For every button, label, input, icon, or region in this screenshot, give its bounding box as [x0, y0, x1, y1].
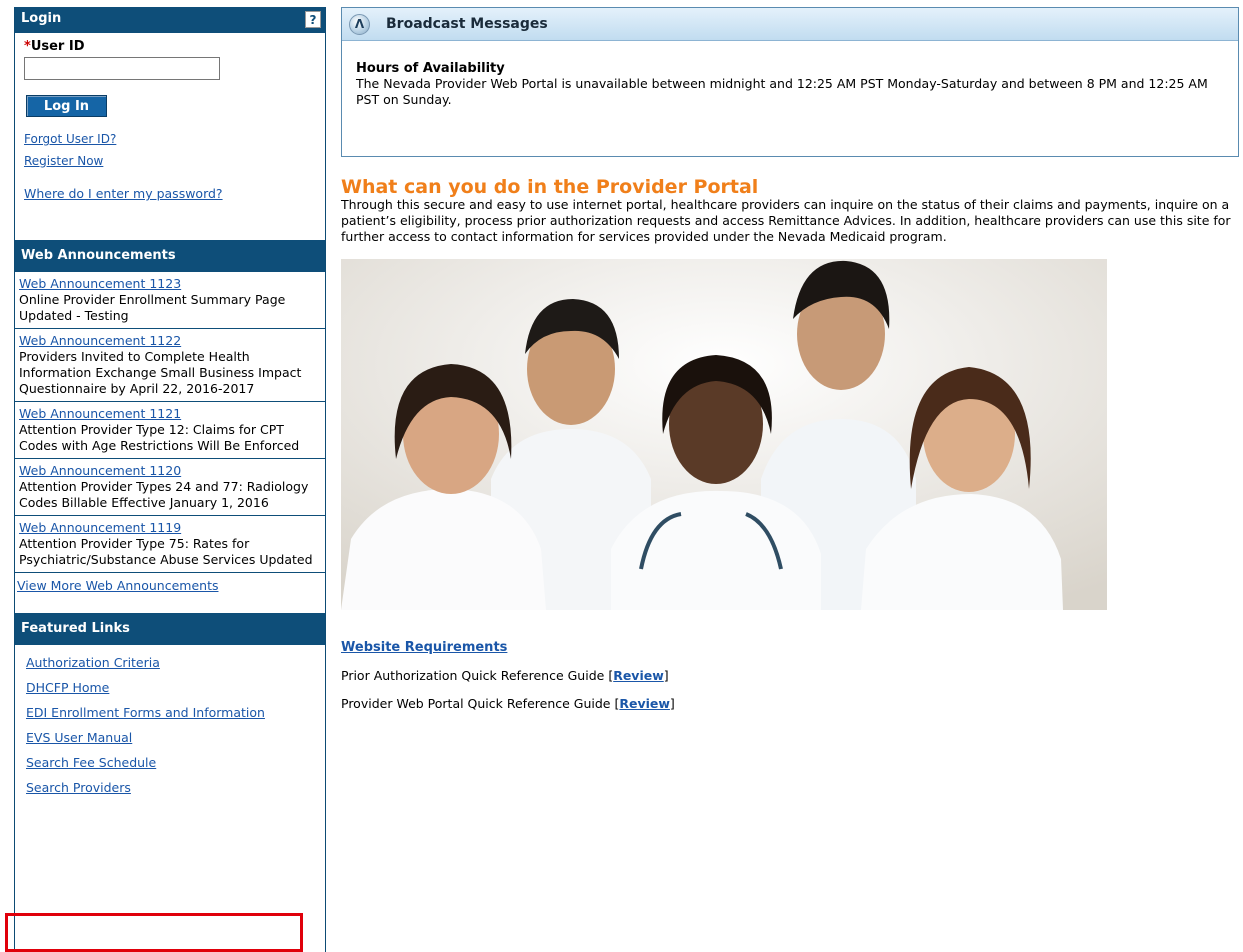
hero-image [341, 259, 1107, 610]
featured-link-evs-user-manual[interactable]: EVS User Manual [26, 730, 325, 746]
broadcast-messages-panel: Λ Broadcast Messages Hours of Availabili… [341, 7, 1239, 157]
view-more-announcements-link[interactable]: View More Web Announcements [17, 578, 218, 593]
guide-line-prior-auth: Prior Authorization Quick Reference Guid… [341, 668, 669, 683]
user-id-label: *User ID [24, 39, 316, 54]
register-now-link[interactable]: Register Now [24, 154, 316, 168]
broadcast-body: Hours of Availability The Nevada Provide… [342, 41, 1238, 108]
portal-heading: What can you do in the Provider Portal [341, 176, 759, 198]
web-announcements-header: Web Announcements [15, 240, 325, 272]
announcement-text: Attention Provider Type 12: Claims for C… [19, 422, 300, 453]
guide-text: Provider Web Portal Quick Reference Guid… [341, 696, 611, 711]
announcement-link[interactable]: Web Announcement 1121 [19, 406, 181, 421]
announcement-item: Web Announcement 1122 Providers Invited … [15, 329, 325, 402]
featured-links-title: Featured Links [21, 621, 130, 636]
guide-text: Prior Authorization Quick Reference Guid… [341, 668, 605, 683]
featured-link-search-fee-schedule[interactable]: Search Fee Schedule [26, 755, 325, 771]
featured-links-header: Featured Links [15, 613, 325, 645]
login-header-title: Login [21, 11, 62, 26]
user-id-label-text: User ID [30, 39, 85, 54]
web-announcements-title: Web Announcements [21, 248, 176, 263]
view-more-container: View More Web Announcements [15, 573, 325, 613]
announcement-text: Attention Provider Types 24 and 77: Radi… [19, 479, 309, 510]
requirements-section: Website Requirements Prior Authorization… [341, 640, 1239, 711]
announcement-link[interactable]: Web Announcement 1122 [19, 333, 181, 348]
review-link-prior-auth[interactable]: Review [613, 668, 664, 683]
announcement-link[interactable]: Web Announcement 1120 [19, 463, 181, 478]
announcement-link[interactable]: Web Announcement 1123 [19, 276, 181, 291]
main-content: Λ Broadcast Messages Hours of Availabili… [341, 7, 1239, 711]
announcement-item: Web Announcement 1120 Attention Provider… [15, 459, 325, 516]
user-id-input[interactable] [24, 57, 220, 80]
hours-title: Hours of Availability [356, 61, 505, 76]
where-password-link[interactable]: Where do I enter my password? [24, 186, 316, 201]
featured-links-list: Authorization Criteria DHCFP Home EDI En… [15, 645, 325, 796]
login-header: Login ? [15, 7, 325, 33]
required-mark: * [24, 39, 31, 54]
announcement-item: Web Announcement 1119 Attention Provider… [15, 516, 325, 573]
website-requirements-link[interactable]: Website Requirements [341, 640, 507, 655]
forgot-user-id-link[interactable]: Forgot User ID? [24, 132, 316, 146]
portal-description: Through this secure and easy to use inte… [341, 197, 1231, 244]
announcement-text: Providers Invited to Complete Health Inf… [19, 349, 302, 396]
log-in-button[interactable]: Log In [26, 95, 107, 117]
featured-link-dhcfp-home[interactable]: DHCFP Home [26, 680, 325, 696]
login-panel: *User ID Log In Forgot User ID? Register… [15, 33, 325, 240]
announcements-list: Web Announcement 1123 Online Provider En… [15, 272, 325, 613]
announcement-item: Web Announcement 1123 Online Provider En… [15, 272, 325, 329]
broadcast-icon: Λ [349, 14, 370, 35]
announcement-text: Attention Provider Type 75: Rates for Ps… [19, 536, 313, 567]
help-icon[interactable]: ? [305, 11, 321, 28]
left-sidebar: Login ? *User ID Log In Forgot User ID? … [14, 7, 326, 952]
featured-link-edi-enrollment[interactable]: EDI Enrollment Forms and Information [26, 705, 325, 721]
broadcast-title: Broadcast Messages [386, 16, 548, 32]
guide-line-web-portal: Provider Web Portal Quick Reference Guid… [341, 696, 675, 711]
highlight-annotation-box [5, 913, 303, 952]
broadcast-header: Λ Broadcast Messages [342, 8, 1238, 41]
healthcare-team-photo [341, 259, 1107, 610]
hours-text: The Nevada Provider Web Portal is unavai… [356, 76, 1208, 107]
announcement-link[interactable]: Web Announcement 1119 [19, 520, 181, 535]
featured-link-search-providers[interactable]: Search Providers [26, 780, 325, 796]
featured-link-authorization-criteria[interactable]: Authorization Criteria [26, 655, 325, 671]
announcement-item: Web Announcement 1121 Attention Provider… [15, 402, 325, 459]
review-link-web-portal[interactable]: Review [619, 696, 670, 711]
announcement-text: Online Provider Enrollment Summary Page … [19, 292, 286, 323]
